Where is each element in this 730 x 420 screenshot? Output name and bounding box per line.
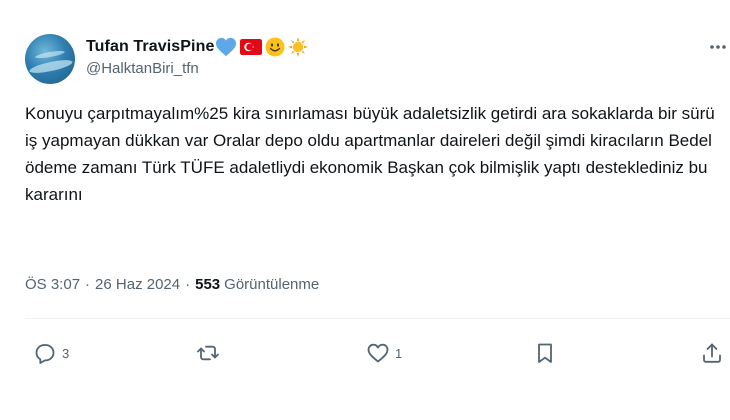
avatar-wave <box>28 57 74 76</box>
smiling-face-icon <box>265 37 285 57</box>
blue-heart-icon <box>216 37 237 57</box>
tweet-time[interactable]: ÖS 3:07 <box>25 276 80 293</box>
reply-button[interactable]: 3 <box>33 336 69 370</box>
avatar[interactable] <box>25 34 75 84</box>
author-name-row: Tufan TravisPine <box>86 36 309 58</box>
reply-count: 3 <box>62 345 70 361</box>
views-label: Görüntülenme <box>224 276 320 293</box>
heart-icon <box>367 343 389 363</box>
divider <box>25 318 730 319</box>
tweet-date[interactable]: 26 Haz 2024 <box>95 276 180 293</box>
tweet-meta: ÖS 3:07 · 26 Haz 2024 · 553 Görüntülenme <box>25 276 319 293</box>
action-bar: 3 1 <box>0 336 730 370</box>
bookmark-button[interactable] <box>533 336 557 370</box>
bookmark-icon <box>538 343 552 363</box>
retweet-icon <box>197 345 219 361</box>
more-options-icon[interactable] <box>708 40 728 54</box>
share-icon <box>703 343 721 363</box>
author-handle[interactable]: @HalktanBiri_tfn <box>86 60 199 77</box>
views-count: 553 <box>195 276 221 293</box>
avatar-highlight <box>34 49 66 60</box>
tweet-card: Tufan TravisPine @HalktanBiri_tfn Konuyu… <box>0 0 730 420</box>
display-name[interactable]: Tufan TravisPine <box>86 38 214 56</box>
like-count: 1 <box>395 345 403 361</box>
turkey-flag-icon <box>240 39 263 55</box>
meta-separator: · <box>185 276 191 293</box>
like-button[interactable]: 1 <box>366 336 402 370</box>
share-button[interactable] <box>700 336 724 370</box>
retweet-button[interactable] <box>196 336 225 370</box>
meta-separator: · <box>85 276 91 293</box>
sun-icon <box>288 37 309 57</box>
reply-icon <box>35 344 55 364</box>
tweet-text: Konuyu çarpıtmayalım%25 kira sınırlaması… <box>25 104 715 204</box>
